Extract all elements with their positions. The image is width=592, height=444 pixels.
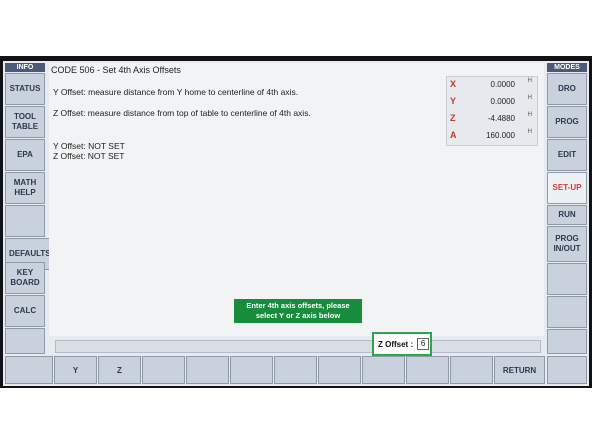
y-instruction: Y Offset: measure distance from Y home t… [53,87,299,97]
coord-row-y: Y 0.0000 H [447,94,537,110]
keyboard-button[interactable]: KEY BOARD [5,262,45,294]
softkey-7[interactable] [274,356,317,384]
modes-panel-header: MODES [547,63,587,72]
right-blank-button-2[interactable] [547,296,587,328]
z-offset-label: Z Offset : [378,339,414,349]
axis-value: 0.0000 [490,80,515,89]
coordinate-display: X 0.0000 H Y 0.0000 H Z -4.4880 H A 160.… [446,76,538,146]
prompt-message: Enter 4th axis offsets, please select Y … [234,299,362,323]
calc-button[interactable]: CALC [5,295,45,327]
softkey-9[interactable] [362,356,405,384]
code-title: CODE 506 - Set 4th Axis Offsets [51,65,181,75]
info-panel-header: INFO [5,63,45,72]
softkey-8[interactable] [318,356,361,384]
axis-label: Y [450,96,457,106]
left-blank-button-2[interactable] [5,328,45,354]
axis-label: Z [450,113,456,123]
cnc-screen: INFO STATUS TOOL TABLE EPA MATH HELP DEF… [3,61,589,386]
z-instruction: Z Offset: measure distance from top of t… [53,108,311,118]
epa-button[interactable]: EPA [5,139,45,171]
softkey-y[interactable]: Y [54,356,97,384]
coord-row-a: A 160.000 H [447,128,537,144]
axis-unit: H [527,95,532,101]
right-blank-button-1[interactable] [547,263,587,295]
z-offset-value[interactable]: 6 [417,338,430,350]
dro-button[interactable]: DRO [547,73,587,105]
softkey-13[interactable] [547,356,587,384]
softkey-1[interactable] [5,356,53,384]
status-button[interactable]: STATUS [5,73,45,105]
softkey-10[interactable] [406,356,449,384]
setup-button[interactable]: SET-UP [547,172,587,204]
coord-row-x: X 0.0000 H [447,77,537,93]
z-offset-input-box[interactable]: Z Offset : 6 [372,332,432,356]
axis-unit: H [527,129,532,135]
y-offset-status: Y Offset: NOT SET [53,141,125,151]
right-blank-button-3[interactable] [547,329,587,354]
axis-label: A [450,130,457,140]
softkey-11[interactable] [450,356,493,384]
axis-value: 0.0000 [490,97,515,106]
tool-table-button[interactable]: TOOL TABLE [5,106,45,138]
axis-unit: H [527,78,532,84]
softkey-5[interactable] [186,356,229,384]
input-strip [55,340,541,353]
run-button[interactable]: RUN [547,205,587,225]
edit-button[interactable]: EDIT [547,139,587,171]
softkey-6[interactable] [230,356,273,384]
axis-value: 160.000 [486,131,515,140]
prog-button[interactable]: PROG [547,106,587,138]
softkey-4[interactable] [142,356,185,384]
axis-value: -4.4880 [487,114,515,123]
math-help-button[interactable]: MATH HELP [5,172,45,204]
return-softkey[interactable]: RETURN [494,356,545,384]
axis-label: X [450,79,457,89]
prog-in-out-button[interactable]: PROG IN/OUT [547,226,587,262]
softkey-z[interactable]: Z [98,356,141,384]
left-blank-button[interactable] [5,205,45,237]
z-offset-status: Z Offset: NOT SET [53,151,125,161]
main-display: CODE 506 - Set 4th Axis Offsets Y Offset… [49,63,544,336]
axis-unit: H [527,112,532,118]
coord-row-z: Z -4.4880 H [447,111,537,127]
